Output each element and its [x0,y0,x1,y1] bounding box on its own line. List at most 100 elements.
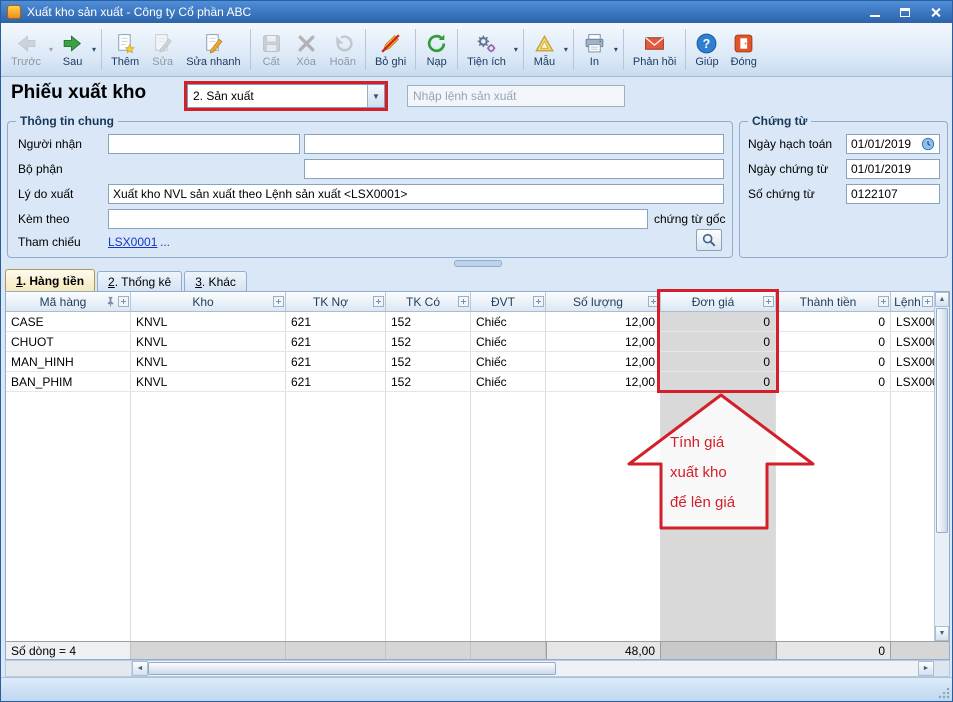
grid-cell[interactable]: 152 [386,312,471,331]
horizontal-scroll-track[interactable] [556,661,918,676]
collapse-splitter-handle[interactable] [454,260,502,267]
column-header-thành-tiền[interactable]: Thành tiền [776,292,891,311]
search-button[interactable] [696,229,722,251]
scroll-right-button[interactable]: ► [918,661,934,676]
column-filter-icon[interactable] [533,296,544,307]
horizontal-scrollbar[interactable]: ◄ ► [5,660,950,677]
column-filter-icon[interactable] [878,296,889,307]
toolbar-button-template-triangle[interactable]: Mẫu▾ [527,25,570,74]
close-button[interactable] [924,4,946,20]
chevron-down-icon[interactable]: ▼ [367,85,384,107]
grid-cell[interactable]: MAN_HINH [6,352,131,371]
grid-cell[interactable]: 0 [661,332,776,351]
tab-3[interactable]: 3. Khác [184,271,247,291]
receiver-code-input[interactable] [108,134,300,154]
column-header-kho[interactable]: Kho [131,292,286,311]
grid-cell[interactable]: KNVL [131,332,286,351]
table-row[interactable]: MAN_HINHKNVL621152Chiếc12,0000LSX0001 [6,352,934,372]
grid-cell[interactable]: 152 [386,332,471,351]
column-filter-icon[interactable] [922,296,933,307]
grid-cell[interactable]: 0 [661,372,776,391]
voucher-type-combo[interactable]: 2. Sản xuất ▼ [187,84,385,108]
scroll-up-button[interactable]: ▲ [935,292,949,307]
column-header-đơn-giá[interactable]: Đơn giá [661,292,776,311]
table-row[interactable]: CASEKNVL621152Chiếc12,0000LSX0001 [6,312,934,332]
grid-cell[interactable]: CHUOT [6,332,131,351]
grid-cell[interactable]: LSX0001 [891,352,934,371]
column-header-tk-có[interactable]: TK Có [386,292,471,311]
grid-cell[interactable]: KNVL [131,372,286,391]
reference-link[interactable]: LSX0001 [108,235,157,249]
grid-cell[interactable]: Chiếc [471,352,546,371]
column-header-tk-nợ[interactable]: TK Nợ [286,292,386,311]
maximize-button[interactable] [894,4,916,20]
tab-2[interactable]: 2. Thống kê [97,271,182,291]
tab-1[interactable]: 1. Hàng tiền [5,269,95,291]
grid-cell[interactable]: 152 [386,372,471,391]
table-row[interactable]: CHUOTKNVL621152Chiếc12,0000LSX0001 [6,332,934,352]
column-filter-icon[interactable] [373,296,384,307]
vertical-scroll-thumb[interactable] [936,308,948,533]
grid-cell[interactable]: 0 [776,332,891,351]
toolbar-button-printer[interactable]: In▾ [577,25,620,74]
grid-cell[interactable]: 0 [661,352,776,371]
toolbar-button-unpost-pencil[interactable]: Bỏ ghi [369,25,412,74]
column-header-mã-hàng[interactable]: Mã hàng [6,292,131,311]
scroll-down-button[interactable]: ▼ [935,626,949,641]
calendar-icon[interactable] [921,137,935,151]
vertical-scrollbar[interactable]: ▲ ▼ [934,292,949,641]
grid-cell[interactable]: LSX0001 [891,312,934,331]
grid-cell[interactable]: CASE [6,312,131,331]
grid-cell[interactable]: Chiếc [471,312,546,331]
column-filter-icon[interactable] [273,296,284,307]
grid-cell[interactable]: 12,00 [546,352,661,371]
grid-cell[interactable]: 12,00 [546,312,661,331]
grid-cell[interactable]: LSX0001 [891,372,934,391]
table-row[interactable]: BAN_PHIMKNVL621152Chiếc12,0000LSX0001 [6,372,934,392]
reference-more-link[interactable]: ... [160,235,170,249]
grid-cell[interactable]: Chiếc [471,332,546,351]
toolbar-button-close-door[interactable]: Đóng [725,25,763,74]
column-filter-icon[interactable] [118,296,129,307]
grid-cell[interactable]: 0 [776,352,891,371]
grid-cell[interactable]: 152 [386,352,471,371]
grid-cell[interactable]: 0 [776,312,891,331]
reason-input[interactable] [108,184,724,204]
grid-cell[interactable]: 0 [776,372,891,391]
horizontal-scroll-thumb[interactable] [148,662,556,675]
minimize-button[interactable] [864,4,886,20]
scroll-left-button[interactable]: ◄ [132,661,148,676]
grid-cell[interactable]: BAN_PHIM [6,372,131,391]
column-filter-icon[interactable] [458,296,469,307]
receiver-name-input[interactable] [304,134,724,154]
toolbar-button-feedback-envelope[interactable]: Phản hồi [627,25,682,74]
grid-cell[interactable]: LSX0001 [891,332,934,351]
toolbar-button-reload-arrows[interactable]: Nạp [419,25,454,74]
column-filter-icon[interactable] [648,296,659,307]
grid-cell[interactable]: Chiếc [471,372,546,391]
column-header-lệnh[interactable]: Lệnh [891,292,934,311]
pin-icon[interactable] [105,296,116,307]
toolbar-button-help-circle[interactable]: ?Giúp [689,25,724,74]
grid-cell[interactable]: 12,00 [546,332,661,351]
attachment-input[interactable] [108,209,648,229]
grid-cell[interactable]: KNVL [131,352,286,371]
production-order-input[interactable] [407,85,625,107]
department-input[interactable] [304,159,724,179]
grid-cell[interactable]: 12,00 [546,372,661,391]
grid-cell[interactable]: 621 [286,312,386,331]
toolbar-button-utilities-gears[interactable]: Tiện ích▾ [461,25,520,74]
grid-cell[interactable]: 621 [286,352,386,371]
column-filter-icon[interactable] [763,296,774,307]
toolbar-button-add-document[interactable]: Thêm [105,25,145,74]
grid-cell[interactable]: 621 [286,372,386,391]
column-header-số-lượng[interactable]: Số lượng [546,292,661,311]
grid-cell[interactable]: KNVL [131,312,286,331]
resize-grip[interactable] [937,686,950,699]
document-date-field[interactable]: 01/01/2019 [846,159,940,179]
posting-date-field[interactable]: 01/01/2019 [846,134,940,154]
grid-cell[interactable]: 0 [661,312,776,331]
toolbar-button-forward-arrow[interactable]: Sau▾ [55,25,98,74]
toolbar-button-quick-edit[interactable]: Sửa nhanh [180,25,246,74]
column-header-đvt[interactable]: ĐVT [471,292,546,311]
